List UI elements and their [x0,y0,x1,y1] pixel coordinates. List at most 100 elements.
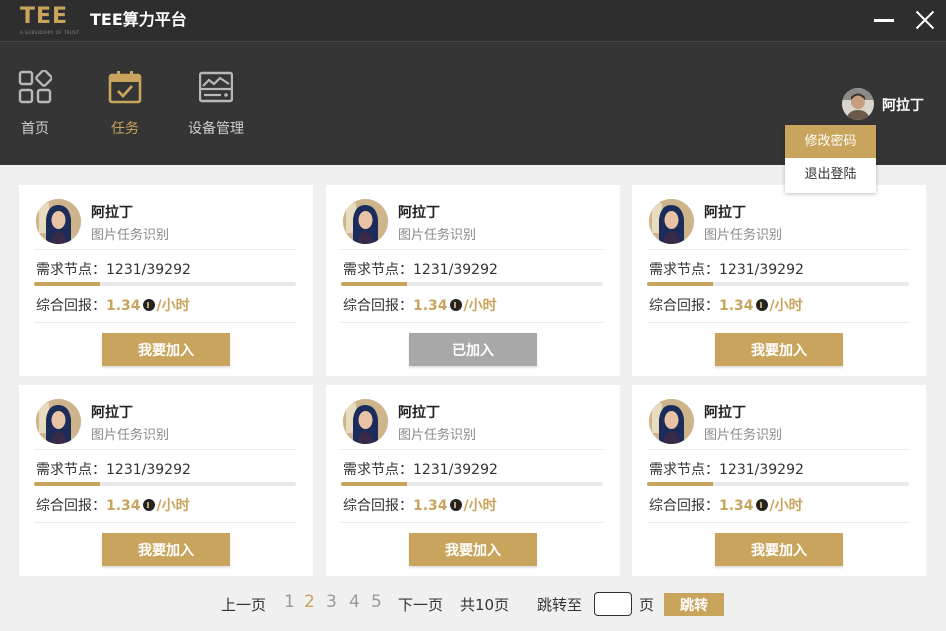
node-progress-bar [341,282,603,286]
app-logo: TEE A SUBSIDIARY OF TRUST [20,6,82,38]
calendar-check-icon [108,71,142,104]
task-card: 阿拉丁 图片任务识别 需求节点：1231/39292 综合回报：1.34/小时 … [326,385,620,576]
divider [647,522,909,523]
grid-icon [18,70,52,104]
page-2-button[interactable]: 2 [304,592,315,612]
return-label: 综合回报： [649,298,719,314]
card-task-type: 图片任务识别 [398,428,477,443]
return-label: 综合回报： [36,498,106,514]
return-unit: /小时 [769,498,803,514]
divider [341,322,603,323]
jump-to-label: 跳转至 [537,596,583,614]
card-owner-name: 阿拉丁 [91,405,133,421]
required-nodes-text: 需求节点：1231/39292 [36,462,191,478]
node-progress-bar [341,482,603,486]
return-label: 综合回报： [343,298,413,314]
return-text: 综合回报：1.34/小时 [343,495,497,515]
required-nodes-text: 需求节点：1231/39292 [36,262,191,278]
join-button[interactable]: 我要加入 [715,533,843,566]
coin-icon [449,299,462,311]
page-3-button[interactable]: 3 [326,592,337,612]
return-value: 1.34 [106,498,141,514]
minimize-icon[interactable] [870,6,898,34]
join-button[interactable]: 我要加入 [102,333,230,366]
logo-text: TEE [20,4,69,29]
node-progress-fill [647,482,713,486]
required-nodes-text: 需求节点：1231/39292 [649,262,804,278]
nav-item-task[interactable]: 任务 [90,70,160,138]
card-owner-name: 阿拉丁 [91,205,133,221]
return-value: 1.34 [719,498,754,514]
divider [34,249,296,250]
nav-label-device: 设备管理 [188,121,244,137]
required-nodes-text: 需求节点：1231/39292 [343,462,498,478]
node-progress-fill [34,282,100,286]
join-button[interactable]: 我要加入 [409,533,537,566]
divider [34,522,296,523]
return-value: 1.34 [413,298,448,314]
task-card: 阿拉丁 图片任务识别 需求节点：1231/39292 综合回报：1.34/小时 … [19,185,313,376]
task-card: 阿拉丁 图片任务识别 需求节点：1231/39292 综合回报：1.34/小时 … [19,385,313,576]
return-unit: /小时 [463,298,497,314]
avatar [343,199,388,244]
avatar [649,199,694,244]
divider [341,249,603,250]
change-password-menu-item[interactable]: 修改密码 [785,125,876,158]
card-task-type: 图片任务识别 [704,428,783,443]
page-1-button[interactable]: 1 [284,592,295,612]
required-nodes-text: 需求节点：1231/39292 [343,262,498,278]
total-pages-text: 共10页 [460,596,510,614]
return-text: 综合回报：1.34/小时 [36,295,190,315]
server-icon [199,71,233,103]
return-unit: /小时 [769,298,803,314]
nav-item-home[interactable]: 首页 [0,70,70,138]
prev-page-button[interactable]: 上一页 [221,594,266,615]
return-label: 综合回报： [343,498,413,514]
close-icon[interactable] [911,6,939,34]
user-name: 阿拉丁 [882,98,924,114]
pagination: 上一页 1 2 3 4 5 下一页 共10页 跳转至 页 跳转 [0,590,946,620]
join-button[interactable]: 我要加入 [102,533,230,566]
page-unit-label: 页 [639,596,655,614]
coin-icon [755,499,768,511]
task-card: 阿拉丁 图片任务识别 需求节点：1231/39292 综合回报：1.34/小时 … [326,185,620,376]
divider [34,322,296,323]
jump-button[interactable]: 跳转 [664,593,724,616]
divider [647,322,909,323]
return-unit: /小时 [463,498,497,514]
logo-subtitle: A SUBSIDIARY OF TRUST [20,30,80,35]
nav-item-device[interactable]: 设备管理 [181,70,251,138]
join-button[interactable]: 已加入 [409,333,537,366]
avatar [842,88,874,120]
card-task-type: 图片任务识别 [91,428,170,443]
task-card: 阿拉丁 图片任务识别 需求节点：1231/39292 综合回报：1.34/小时 … [632,385,926,576]
card-task-type: 图片任务识别 [91,228,170,243]
app-title: TEE算力平台 [90,10,187,29]
node-progress-fill [341,282,407,286]
coin-icon [142,299,155,311]
card-owner-name: 阿拉丁 [398,205,440,221]
coin-icon [755,299,768,311]
jump-page-input[interactable] [594,592,632,616]
card-task-type: 图片任务识别 [398,228,477,243]
user-dropdown-menu: 修改密码 退出登陆 [785,125,876,193]
divider [34,449,296,450]
avatar [36,399,81,444]
node-progress-bar [647,282,909,286]
logout-menu-item[interactable]: 退出登陆 [785,158,876,191]
page-5-button[interactable]: 5 [371,592,382,612]
return-text: 综合回报：1.34/小时 [649,295,803,315]
avatar [343,399,388,444]
return-value: 1.34 [413,498,448,514]
next-page-button[interactable]: 下一页 [398,594,443,615]
join-button[interactable]: 我要加入 [715,333,843,366]
page-4-button[interactable]: 4 [349,592,360,612]
node-progress-fill [341,482,407,486]
avatar [649,399,694,444]
task-card: 阿拉丁 图片任务识别 需求节点：1231/39292 综合回报：1.34/小时 … [632,185,926,376]
divider [341,522,603,523]
coin-icon [449,499,462,511]
required-nodes-text: 需求节点：1231/39292 [649,462,804,478]
return-value: 1.34 [106,298,141,314]
nav-label-home: 首页 [21,121,49,137]
